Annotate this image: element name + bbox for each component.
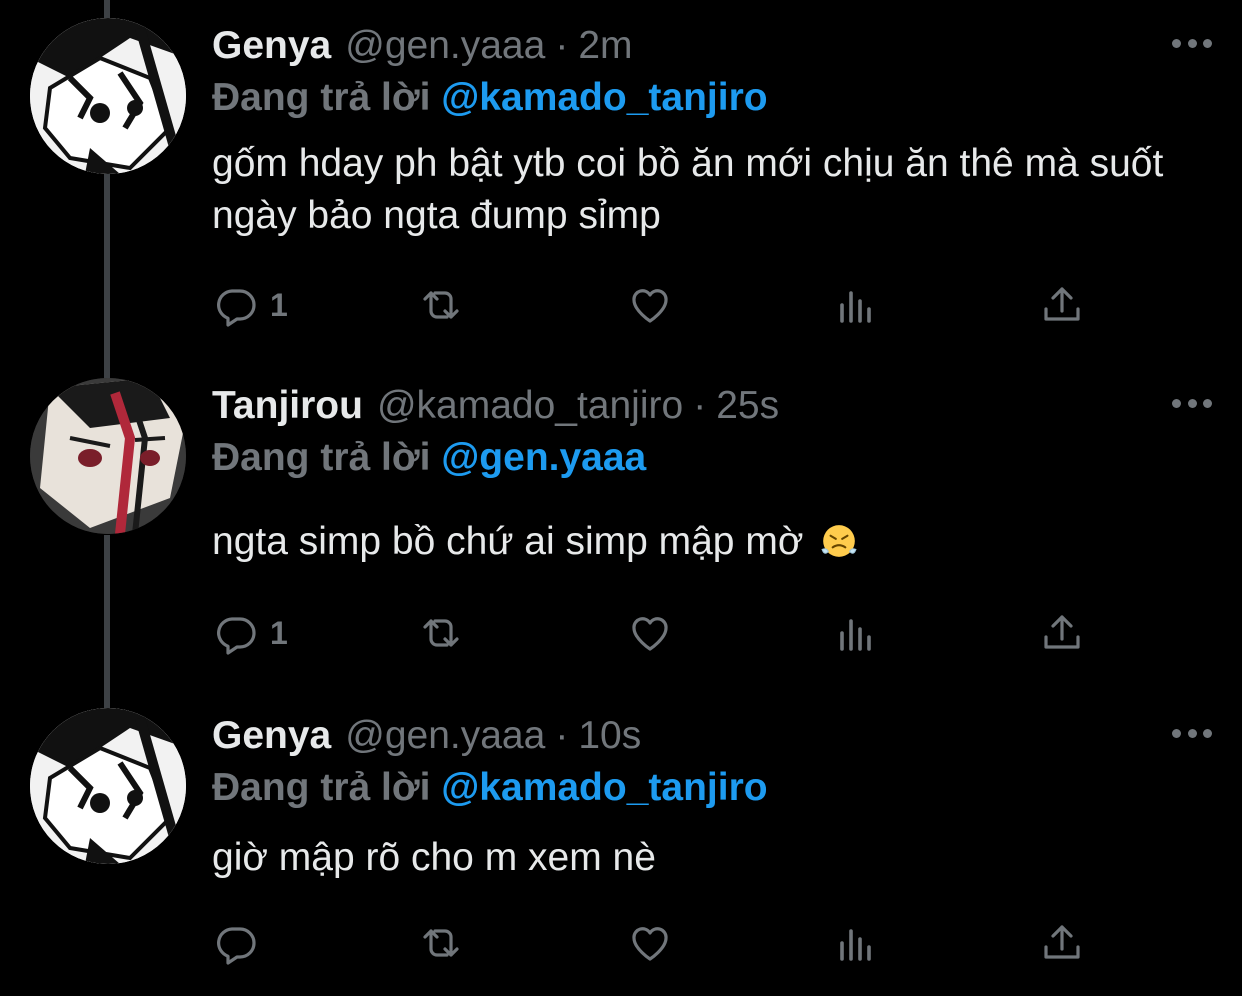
retweet-button[interactable] [417,280,465,330]
replying-to: Đang trả lời @gen.yaaa [212,430,646,486]
reply-button[interactable] [212,918,270,968]
like-button[interactable] [626,608,674,658]
display-name[interactable]: Genya [212,18,331,74]
replying-to-label: Đang trả lời [212,436,431,479]
avatar[interactable] [30,708,186,864]
separator: · [555,24,569,67]
retweet-icon [423,619,459,647]
more-icon[interactable] [1172,36,1212,50]
separator: · [693,384,707,427]
like-button[interactable] [626,280,674,330]
analytics-button[interactable] [832,608,880,658]
heart-icon [632,927,668,961]
avatar-image [30,378,186,534]
replying-to-handle[interactable]: @kamado_tanjiro [441,766,767,809]
display-name[interactable]: Tanjirou [212,378,363,434]
replying-to-handle[interactable]: @kamado_tanjiro [441,76,767,119]
avatar[interactable] [30,18,186,174]
share-button[interactable] [1038,918,1086,968]
handle[interactable]: @kamado_tanjiro [377,378,683,434]
heart-icon [632,289,668,323]
timestamp[interactable]: 10s [578,708,641,764]
replying-to-handle[interactable]: @gen.yaaa [441,436,646,479]
separator: · [555,714,569,757]
like-button[interactable] [626,918,674,968]
tweet-header: Tanjirou @kamado_tanjiro · 25s [212,378,779,434]
replying-to-label: Đang trả lời [212,76,431,119]
avatar[interactable] [30,378,186,534]
tweet[interactable]: Genya @gen.yaaa · 10s Đang trả lời @kama… [0,708,1242,988]
action-bar [212,918,1092,968]
share-button[interactable] [1038,608,1086,658]
heart-icon [632,617,668,651]
more-icon[interactable] [1172,726,1212,740]
share-button[interactable] [1038,280,1086,330]
retweet-button[interactable] [417,608,465,658]
reply-button[interactable]: 1 [212,280,288,330]
share-icon [1044,615,1080,649]
avatar-image [30,18,186,174]
share-icon [1044,925,1080,959]
handle[interactable]: @gen.yaaa [345,18,545,74]
reply-icon [217,289,256,327]
analytics-icon [840,929,871,961]
tweet-text: ngta simp bồ chứ ai simp mập mờ [212,520,804,563]
action-bar: 1 [212,608,1092,658]
reply-button[interactable]: 1 [212,608,288,658]
reply-icon [217,617,256,655]
avatar-image [30,708,186,864]
reply-icon [217,927,256,965]
handle[interactable]: @gen.yaaa [345,708,545,764]
analytics-button[interactable] [832,280,880,330]
retweet-icon [423,929,459,957]
action-bar: 1 [212,280,1092,330]
analytics-icon [840,619,871,651]
tweet[interactable]: Tanjirou @kamado_tanjiro · 25s Đang trả … [0,378,1242,678]
reply-count: 1 [270,614,288,651]
tweet[interactable]: Genya @gen.yaaa · 2m Đang trả lời @kamad… [0,18,1242,338]
display-name[interactable]: Genya [212,708,331,764]
reply-count: 1 [270,286,288,323]
tweet-text: giờ mập rõ cho m xem nè [212,836,656,879]
replying-to-label: Đang trả lời [212,766,431,809]
analytics-icon [840,291,871,323]
tweet-header: Genya @gen.yaaa · 10s [212,708,641,764]
share-icon [1044,287,1080,321]
tweet-header: Genya @gen.yaaa · 2m [212,18,633,74]
tweet-text: gốm hday ph bật ytb coi bồ ăn mới chịu ă… [212,142,1164,237]
face-with-steam-from-nose-emoji [821,525,857,557]
tweet-body: ngta simp bồ chứ ai simp mập mờ [212,516,1212,568]
retweet-button[interactable] [417,918,465,968]
more-icon[interactable] [1172,396,1212,410]
timestamp[interactable]: 25s [716,378,779,434]
analytics-button[interactable] [832,918,880,968]
retweet-icon [423,291,459,319]
replying-to: Đang trả lời @kamado_tanjiro [212,760,768,816]
replying-to: Đang trả lời @kamado_tanjiro [212,70,768,126]
timestamp[interactable]: 2m [578,18,632,74]
